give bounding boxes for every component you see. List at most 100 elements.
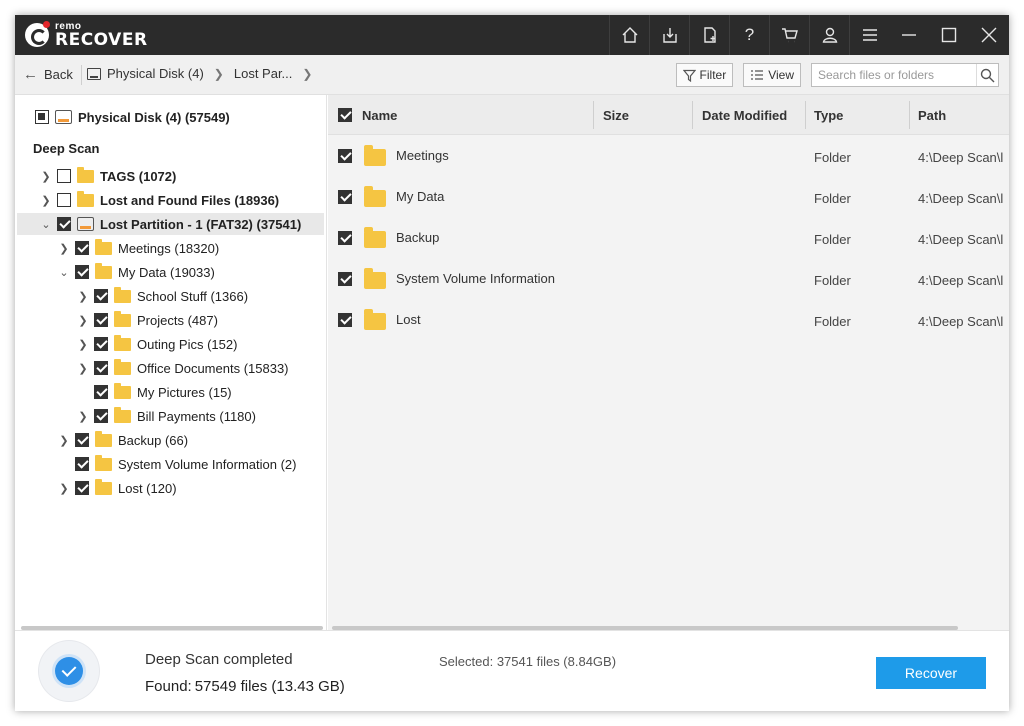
table-row[interactable]: My Data Folder 4:\Deep Scan\l [328,177,1009,217]
chevron-down-icon[interactable]: ⌄ [39,218,53,231]
checkbox[interactable] [57,217,71,231]
column-header-path[interactable]: Path [918,95,946,135]
logo-big-text: RECOVER [55,30,148,50]
selected-summary: Selected: 37541 files (8.84GB) [439,654,617,669]
tree-item-label: Backup (66) [118,432,189,448]
search-input[interactable]: Search files or folders [811,63,999,87]
file-type: Folder [814,150,851,165]
select-all-checkbox[interactable] [338,108,352,122]
column-header-name[interactable]: Name [362,95,397,135]
tree-item-system-volume-information[interactable]: System Volume Information (2) [57,453,296,475]
search-icon[interactable] [976,64,998,86]
checkbox[interactable] [35,110,49,124]
tree-item-my-pictures[interactable]: My Pictures (15) [76,381,232,403]
column-divider[interactable] [692,101,693,129]
checkbox[interactable] [57,193,71,207]
chevron-right-icon[interactable]: ❯ [57,482,71,495]
checkbox[interactable] [338,313,352,327]
cart-icon[interactable] [769,15,809,55]
tree-item-lost[interactable]: ❯ Lost (120) [57,477,177,499]
checkbox[interactable] [338,190,352,204]
checkbox[interactable] [94,337,108,351]
column-divider[interactable] [593,101,594,129]
column-header-date-modified[interactable]: Date Modified [702,95,787,135]
home-icon[interactable] [609,15,649,55]
tree-item-lost-and-found[interactable]: ❯ Lost and Found Files (18936) [39,189,279,211]
tree-item-projects[interactable]: ❯ Projects (487) [76,309,218,331]
column-divider[interactable] [909,101,910,129]
maximize-icon[interactable] [929,15,969,55]
folder-icon [364,309,386,330]
checkbox[interactable] [75,241,89,255]
tree-root[interactable]: Physical Disk (4) (57549) [35,106,230,128]
minimize-icon[interactable] [889,15,929,55]
column-header-size[interactable]: Size [603,95,629,135]
table-row[interactable]: System Volume Information Folder 4:\Deep… [328,259,1009,299]
app-logo: remo RECOVER [25,21,147,50]
filter-button[interactable]: Filter [675,63,734,87]
table-row[interactable]: Lost Folder 4:\Deep Scan\l [328,300,1009,340]
tree-item-outing-pics[interactable]: ❯ Outing Pics (152) [76,333,237,355]
breadcrumb-item[interactable]: Physical Disk (4) [107,66,204,81]
tree-item-label: Office Documents (15833) [137,360,289,376]
chevron-right-icon[interactable]: ❯ [76,290,90,303]
breadcrumb-item[interactable]: Lost Par... [234,66,293,81]
file-path: 4:\Deep Scan\l [918,273,1004,288]
checkbox[interactable] [338,149,352,163]
section-heading: Deep Scan [33,140,100,156]
column-header-type[interactable]: Type [814,95,843,135]
checkbox[interactable] [338,272,352,286]
checkbox[interactable] [75,457,89,471]
column-divider[interactable] [805,101,806,129]
save-session-icon[interactable] [649,15,689,55]
tree-item-label: Meetings (18320) [118,240,220,256]
chevron-right-icon: ❯ [302,66,313,81]
checkbox[interactable] [75,265,89,279]
chevron-right-icon[interactable]: ❯ [39,170,53,183]
folder-icon [364,227,386,248]
checkbox[interactable] [75,433,89,447]
tree-item-tags[interactable]: ❯ TAGS (1072) [39,165,176,187]
checkbox[interactable] [338,231,352,245]
search-placeholder: Search files or folders [818,68,935,82]
chevron-right-icon: ❯ [213,66,224,81]
tree-item-school-stuff[interactable]: ❯ School Stuff (1366) [76,285,248,307]
view-button[interactable]: View [743,63,801,87]
checkbox[interactable] [94,361,108,375]
partition-drive-icon [77,217,94,231]
chevron-right-icon[interactable]: ❯ [57,434,71,447]
tree-item-lost-partition[interactable]: ⌄ Lost Partition - 1 (FAT32) (37541) [17,213,324,235]
chevron-right-icon[interactable]: ❯ [76,362,90,375]
tree-item-office-documents[interactable]: ❯ Office Documents (15833) [76,357,289,379]
recover-button[interactable]: Recover [876,657,986,689]
menu-icon[interactable] [849,15,889,55]
user-icon[interactable] [809,15,849,55]
checkbox[interactable] [94,313,108,327]
checkbox[interactable] [57,169,71,183]
checkbox[interactable] [94,385,108,399]
tree-item-my-data[interactable]: ⌄ My Data (19033) [57,261,215,283]
back-button[interactable]: ← Back [23,66,73,83]
file-path: 4:\Deep Scan\l [918,150,1004,165]
checkbox[interactable] [94,409,108,423]
close-icon[interactable] [969,15,1009,55]
new-file-icon[interactable] [689,15,729,55]
chevron-right-icon[interactable]: ❯ [76,338,90,351]
checkbox[interactable] [75,481,89,495]
chevron-right-icon[interactable]: ❯ [76,410,90,423]
tree-item-backup[interactable]: ❯ Backup (66) [57,429,188,451]
tree-item-bill-payments[interactable]: ❯ Bill Payments (1180) [76,405,256,427]
chevron-down-icon[interactable]: ⌄ [57,266,71,279]
help-icon[interactable]: ? [729,15,769,55]
tree-item-meetings[interactable]: ❯ Meetings (18320) [57,237,219,259]
folder-icon [95,478,112,495]
chevron-right-icon[interactable]: ❯ [76,314,90,327]
checkbox[interactable] [94,289,108,303]
tree-item-label: My Data (19033) [118,264,215,280]
chevron-right-icon[interactable]: ❯ [39,194,53,207]
found-label: Found: [145,678,192,695]
folder-icon [364,145,386,166]
chevron-right-icon[interactable]: ❯ [57,242,71,255]
table-row[interactable]: Backup Folder 4:\Deep Scan\l [328,218,1009,258]
table-row[interactable]: Meetings Folder 4:\Deep Scan\l [328,136,1009,176]
